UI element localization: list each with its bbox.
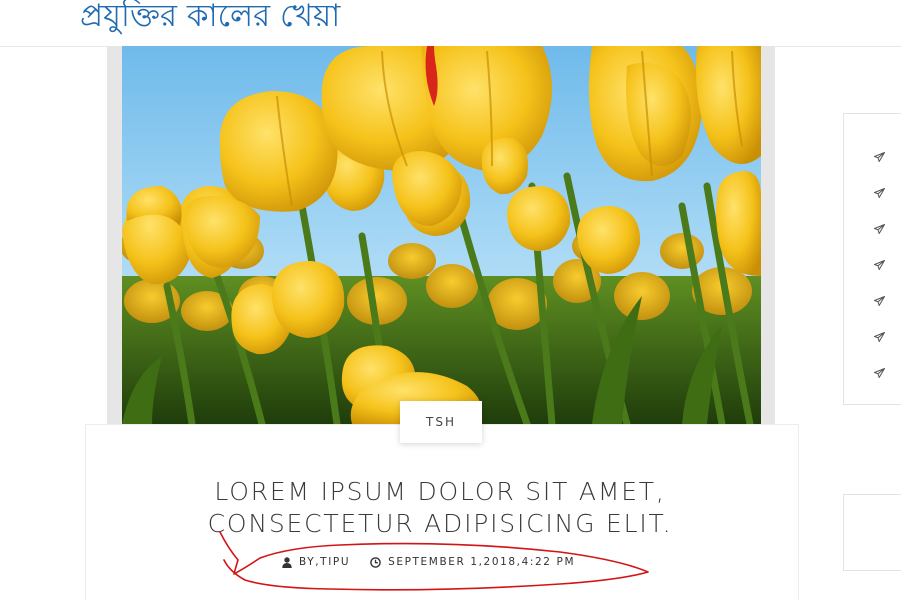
site-title[interactable]: প্রযুক্তির কালের খেয়া: [80, 0, 340, 44]
sidebar-list-item[interactable]: [873, 183, 886, 219]
post-meta: BY,TIPU SEPTEMBER 1,2018,4:22 PM: [282, 556, 575, 568]
site-header: প্রযুক্তির কালের খেয়া: [0, 0, 901, 47]
sidebar-widget: [843, 113, 901, 405]
paper-plane-icon: [873, 147, 886, 166]
paper-plane-icon: [873, 327, 886, 346]
paper-plane-icon: [873, 219, 886, 238]
sidebar-list-item[interactable]: [873, 327, 886, 363]
post-title[interactable]: LOREM IPSUM DOLOR SIT AMET, CONSECTETUR …: [130, 476, 750, 540]
post-title-line-1[interactable]: LOREM IPSUM DOLOR SIT AMET,: [214, 477, 665, 506]
post-date-label: SEPTEMBER 1,2018,4:22 PM: [388, 556, 576, 568]
sidebar-list-item[interactable]: [873, 219, 886, 255]
featured-image[interactable]: [122, 46, 761, 424]
sidebar-list: [873, 147, 886, 399]
post-author-label[interactable]: BY,TIPU: [299, 556, 350, 568]
paper-plane-icon: [873, 363, 886, 382]
tulips-illustration: [122, 46, 761, 424]
paper-plane-icon: [873, 255, 886, 274]
category-badge[interactable]: TSH: [400, 401, 482, 443]
sidebar-list-item[interactable]: [873, 255, 886, 291]
post-author[interactable]: BY,TIPU: [282, 556, 350, 568]
post-date: SEPTEMBER 1,2018,4:22 PM: [370, 556, 575, 568]
paper-plane-icon: [873, 291, 886, 310]
user-icon: [282, 556, 292, 568]
sidebar-list-item[interactable]: [873, 291, 886, 327]
paper-plane-icon: [873, 183, 886, 202]
post-title-line-2[interactable]: CONSECTETUR ADIPISICING ELIT.: [208, 509, 673, 538]
sidebar-list-item[interactable]: [873, 147, 886, 183]
sidebar-list-item[interactable]: [873, 363, 886, 399]
clock-icon: [370, 556, 381, 568]
sidebar-widget-secondary: [843, 494, 901, 571]
